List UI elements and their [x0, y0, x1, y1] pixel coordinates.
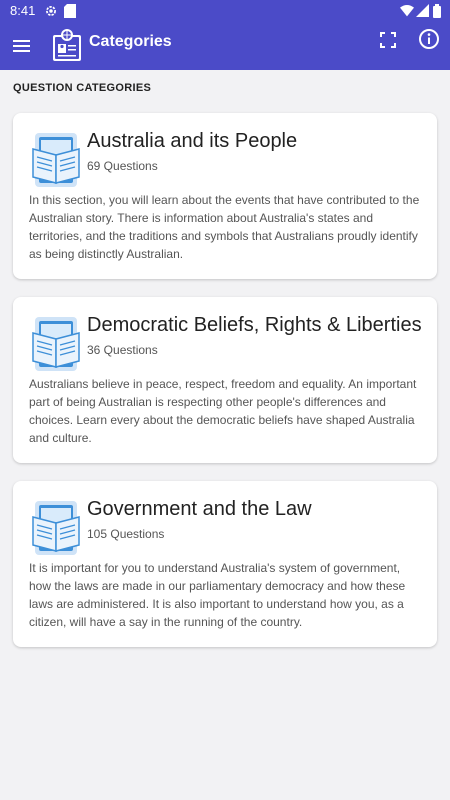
wifi-icon	[400, 4, 414, 17]
category-card-democratic-beliefs[interactable]: Democratic Beliefs, Rights & Liberties 3…	[13, 297, 437, 463]
question-count: 105 Questions	[87, 527, 165, 541]
category-description: It is important for you to understand Au…	[29, 561, 406, 629]
app-bar: Categories	[0, 22, 450, 70]
question-count: 69 Questions	[87, 159, 158, 173]
book-icon	[32, 133, 80, 187]
citizenship-card-icon	[53, 29, 81, 61]
category-title: Australia and its People	[87, 130, 298, 152]
signal-icon	[416, 4, 429, 17]
menu-icon[interactable]	[12, 34, 32, 58]
status-bar: 8:41	[0, 0, 450, 22]
battery-icon	[433, 4, 441, 18]
category-title: Democratic Beliefs, Rights & Liberties	[87, 314, 422, 336]
question-count: 36 Questions	[87, 343, 158, 357]
book-icon	[32, 501, 80, 555]
sd-card-icon	[64, 4, 76, 18]
category-description: Australians believe in peace, respect, f…	[29, 377, 417, 445]
category-description: In this section, you will learn about th…	[29, 193, 420, 261]
section-title: QUESTION CATEGORIES	[13, 82, 152, 94]
status-time: 8:41	[10, 3, 36, 18]
page-title: Categories	[89, 33, 172, 50]
fullscreen-icon[interactable]	[378, 30, 398, 50]
category-card-government-and-the-law[interactable]: Government and the Law 105 Questions It …	[13, 481, 437, 647]
info-icon[interactable]	[418, 28, 440, 50]
category-title: Government and the Law	[87, 498, 312, 520]
book-icon	[32, 317, 80, 371]
settings-icon	[46, 6, 56, 16]
category-card-australia-and-its-people[interactable]: Australia and its People 69 Questions In…	[13, 113, 437, 279]
